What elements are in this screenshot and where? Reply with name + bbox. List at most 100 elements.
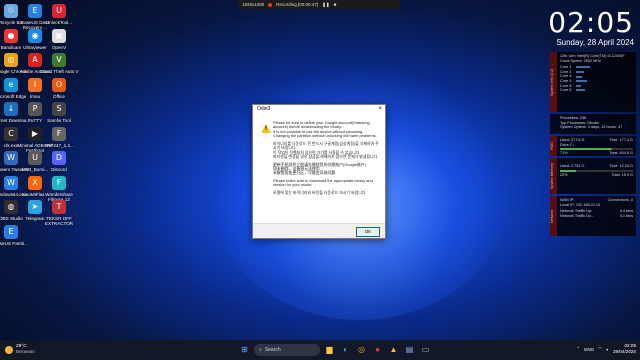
disk-drive: Drive C: bbox=[560, 142, 574, 147]
memory-usage-bar bbox=[560, 169, 633, 172]
pause-icon[interactable]: ❚❚ bbox=[322, 0, 330, 9]
terminal-icon[interactable]: ▭ bbox=[419, 343, 432, 356]
core-load-bar bbox=[576, 71, 584, 74]
memory-free: Free: 12.24 G bbox=[609, 164, 633, 168]
core-load-bar bbox=[576, 89, 585, 92]
system-info-panel: System Info (4.2) 12th Gen Intel(R) Core… bbox=[550, 52, 636, 112]
desktop-icon[interactable]: EEaseUS Partiti... bbox=[0, 224, 31, 246]
disk-tab: HDD bbox=[550, 136, 557, 156]
desktop-icon-label: UnlockTool... bbox=[45, 20, 73, 25]
odin-warning-dialog: Odin3 × ! Please be sure to delete your … bbox=[252, 104, 386, 239]
desktop-icon[interactable]: T TEKSR OFF EXTRACTOR bbox=[39, 200, 79, 226]
disk-total: Total: 404.9 G bbox=[609, 151, 633, 156]
process-panel: Processes: 236 Top Processes: Obcam Syst… bbox=[550, 114, 636, 134]
taskbar: 29°C Berawan ⊞ ⌕ Search ▆ ◐ ◎ ● ▲ ▤ ▭ ⌃ … bbox=[0, 340, 640, 360]
core-label: Core 6 bbox=[560, 88, 572, 93]
teksr-icon: T bbox=[52, 200, 66, 214]
desktop-icon[interactable]: F FRP247_1.4... bbox=[39, 126, 79, 148]
desktop-icon[interactable]: S Samfw Tool bbox=[39, 102, 79, 123]
odin-icon[interactable]: ▲ bbox=[387, 343, 400, 356]
dialog-titlebar[interactable]: Odin3 × bbox=[253, 105, 385, 114]
easeus-partition-icon: E bbox=[4, 224, 18, 239]
taskbar-clock[interactable]: 02:05 28/04/2024 bbox=[613, 343, 636, 355]
wan-ip: WAN IP: bbox=[560, 198, 575, 202]
dialog-footer: OK bbox=[253, 223, 385, 238]
windows-start-icon[interactable]: ⊞ bbox=[238, 343, 251, 356]
volume-icon[interactable]: 🔈︎ bbox=[606, 347, 609, 352]
core-bars: Core 1 Core 2 Core 3 Core 4 Core 5 Core 6 bbox=[560, 65, 633, 93]
desktop-icon-label: TEKSR OFF EXTRACTOR bbox=[44, 216, 74, 227]
stop-icon[interactable]: ■ bbox=[334, 0, 337, 9]
disk-usage-bar bbox=[560, 148, 633, 151]
weather-sun-icon bbox=[5, 345, 13, 354]
memory-total: Total: 15.9 G bbox=[611, 172, 633, 177]
connections-count: Connections: 0 bbox=[607, 198, 633, 202]
desktop-icon-label: Grand Theft Auto V bbox=[39, 69, 79, 74]
close-icon[interactable]: × bbox=[378, 105, 382, 114]
disk-used: Used: 377.6 G bbox=[560, 138, 585, 142]
tray-chevron-icon[interactable]: ⌃ bbox=[576, 346, 580, 352]
dialog-paragraph: Please be sure to delete your Google acc… bbox=[273, 120, 377, 139]
core-load-bar bbox=[576, 80, 587, 83]
desktop-icons: ♲ Recycle Bin E EaseUS Data Recovery ... U Un… bbox=[0, 0, 86, 340]
language-indicator[interactable]: ENG bbox=[584, 347, 594, 352]
search-icon: ⌕ bbox=[259, 346, 262, 353]
recording-bar: 1920x1080 Recording [00:00:47] ❚❚ ■ bbox=[238, 0, 400, 9]
taskbar-date: 28/04/2024 bbox=[613, 349, 636, 354]
traffic-down-value: 0.1 kb/s bbox=[619, 213, 633, 218]
clock-date: Sunday, 28 April 2024 bbox=[556, 38, 634, 47]
office-icon: O bbox=[52, 77, 66, 92]
desktop-icon-label: Samfw Tool bbox=[47, 118, 71, 123]
memory-tab: System Memory bbox=[550, 158, 557, 194]
desktop-icon[interactable]: O Office bbox=[39, 77, 79, 99]
search-placeholder: Search bbox=[264, 346, 281, 353]
disk-free: Free: 177.4 G bbox=[609, 138, 633, 142]
dialog-title: Odin3 bbox=[257, 106, 271, 112]
frp-icon: F bbox=[52, 126, 66, 141]
bandicam-icon[interactable]: ● bbox=[371, 343, 384, 356]
disk-panel: HDD Used: 377.6 G Free: 177.4 G Drive C:… bbox=[550, 136, 636, 156]
system-tray: ⌃ ENG ◠ 🔈︎ 02:05 28/04/2024 bbox=[576, 343, 636, 355]
desktop-icon[interactable]: V Grand Theft Auto V bbox=[39, 53, 79, 74]
dialog-paragraph: 바이너리를 다운로드 전 반드시 구글계정(삼성계정)을 삭제하여 주시기 바랍… bbox=[273, 140, 379, 160]
store-icon[interactable]: ▤ bbox=[403, 343, 416, 356]
desktop-icon[interactable]: D Discord bbox=[39, 151, 79, 172]
dialog-paragraph: 更新手机固件之前请先删除您的谷歌账户(Google账户) 如未删除，设备将无法使… bbox=[273, 161, 366, 176]
chrome-icon[interactable]: ◎ bbox=[355, 343, 368, 356]
taskbar-apps: ⊞ ⌕ Search ▆ ◐ ◎ ● ▲ ▤ ▭ bbox=[238, 343, 432, 356]
weather-widget[interactable]: 29°C Berawan bbox=[5, 344, 35, 355]
memory-used: Used: 2.751 G bbox=[560, 164, 585, 168]
edge-icon[interactable]: ◐ bbox=[339, 343, 352, 356]
weather-condition: Berawan bbox=[16, 349, 35, 355]
ok-button[interactable]: OK bbox=[356, 227, 380, 237]
search-box[interactable]: ⌕ Search bbox=[254, 343, 320, 356]
warning-icon: ! bbox=[261, 124, 271, 133]
traffic-down-label: Network Traffic Do... bbox=[560, 213, 595, 218]
dialog-message: Please be sure to delete your Google acc… bbox=[273, 120, 381, 199]
dialog-body: ! Please be sure to delete your Google a… bbox=[253, 114, 385, 224]
desktop-icon-label: OpenV bbox=[51, 44, 67, 50]
desktop-icon-label: Discord bbox=[51, 167, 67, 172]
system-info-tab: System Info (4.2) bbox=[550, 52, 557, 112]
recording-status: Recording [00:00:47] bbox=[276, 2, 319, 7]
core-row: Core 6 bbox=[560, 88, 633, 93]
resolution-label: 1920x1080 bbox=[242, 2, 265, 7]
memory-panel: System Memory Used: 2.751 G Free: 12.24 … bbox=[550, 158, 636, 194]
gta-icon: V bbox=[52, 53, 66, 67]
memory-percent: 22% bbox=[560, 172, 568, 177]
desktop-icon-label: FRP247_1.4... bbox=[44, 142, 74, 148]
wifi-icon[interactable]: ◠ bbox=[598, 346, 602, 352]
network-tab: Network bbox=[550, 196, 557, 236]
file-explorer-icon[interactable]: ▆ bbox=[323, 343, 336, 356]
record-dot-icon bbox=[268, 2, 273, 7]
unlocktool-icon: U bbox=[52, 4, 66, 18]
desktop-icon[interactable]: FWondershare Filmora 13 bbox=[39, 175, 79, 202]
clock-speed: Clock Speed: 2500 MHz bbox=[560, 58, 601, 63]
local-ip: Local IP: 192.168.22.19 bbox=[560, 202, 601, 207]
openv-icon: ▣ bbox=[52, 28, 66, 43]
desktop-icon[interactable]: ▣ OpenV bbox=[39, 28, 79, 50]
core-load-bar bbox=[576, 75, 582, 78]
core-load-bar bbox=[576, 66, 590, 69]
clock-time: 02:05 bbox=[548, 6, 634, 39]
desktop-icon[interactable]: U UnlockTool... bbox=[39, 4, 79, 25]
